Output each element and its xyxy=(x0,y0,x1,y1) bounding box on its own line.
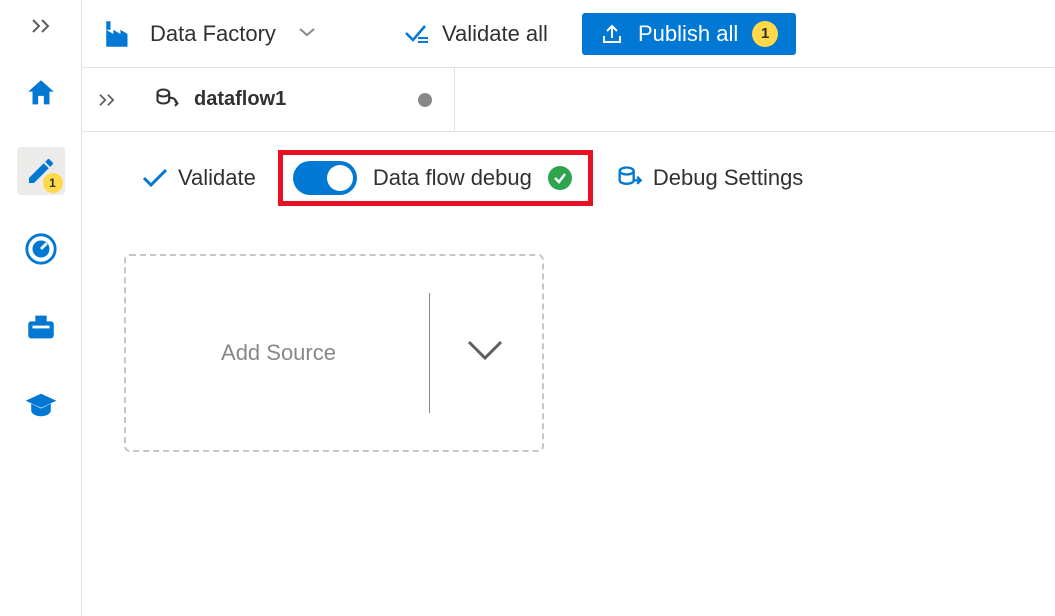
validate-button[interactable]: Validate xyxy=(142,165,256,191)
toggle-knob xyxy=(327,165,353,191)
tab-bar: dataflow1 xyxy=(82,68,1055,132)
chevron-down-icon xyxy=(298,25,316,43)
checkmark-icon xyxy=(142,168,168,188)
validate-label: Validate xyxy=(178,165,256,191)
toolbox-icon xyxy=(24,310,58,344)
tab-expand-icon[interactable] xyxy=(82,93,132,107)
tab-dataflow1[interactable]: dataflow1 xyxy=(132,68,455,131)
dataflow-icon xyxy=(154,86,182,114)
monitor-nav[interactable] xyxy=(17,225,65,273)
tab-dirty-indicator xyxy=(418,93,432,107)
publish-all-button[interactable]: Publish all 1 xyxy=(582,13,796,55)
home-icon xyxy=(24,76,58,110)
add-source-box[interactable]: Add Source xyxy=(124,254,544,452)
debug-toggle[interactable] xyxy=(293,161,357,195)
publish-all-label: Publish all xyxy=(638,21,738,47)
manage-nav[interactable] xyxy=(17,303,65,351)
tab-label: dataflow1 xyxy=(194,88,286,111)
validate-all-button[interactable]: Validate all xyxy=(394,15,558,53)
validate-all-icon xyxy=(404,23,432,45)
left-rail: 1 xyxy=(0,0,82,616)
rail-expand-icon[interactable] xyxy=(30,18,52,39)
workspace-label: Data Factory xyxy=(150,21,276,47)
top-toolbar: Data Factory Validate all Publish all 1 xyxy=(82,0,1055,68)
publish-badge: 1 xyxy=(752,21,778,47)
learn-nav[interactable] xyxy=(17,381,65,429)
debug-settings-label: Debug Settings xyxy=(653,165,803,191)
debug-settings-button[interactable]: Debug Settings xyxy=(615,164,803,192)
debug-toggle-label: Data flow debug xyxy=(373,165,532,191)
dataflow-canvas: Add Source xyxy=(82,224,1055,482)
gauge-icon xyxy=(24,232,58,266)
check-circle-icon xyxy=(548,166,572,190)
factory-icon xyxy=(102,17,136,51)
add-source-chevron-icon[interactable] xyxy=(430,338,540,368)
add-source-label: Add Source xyxy=(129,340,429,366)
debug-highlight: Data flow debug xyxy=(278,150,593,206)
workspace-selector[interactable]: Data Factory xyxy=(102,17,316,51)
author-nav[interactable]: 1 xyxy=(17,147,65,195)
graduation-cap-icon xyxy=(24,391,58,419)
home-nav[interactable] xyxy=(17,69,65,117)
author-badge: 1 xyxy=(43,173,63,193)
command-bar: Validate Data flow debug Debug Settings xyxy=(82,132,1055,224)
debug-settings-icon xyxy=(615,164,643,192)
publish-icon xyxy=(600,22,624,46)
validate-all-label: Validate all xyxy=(442,21,548,47)
